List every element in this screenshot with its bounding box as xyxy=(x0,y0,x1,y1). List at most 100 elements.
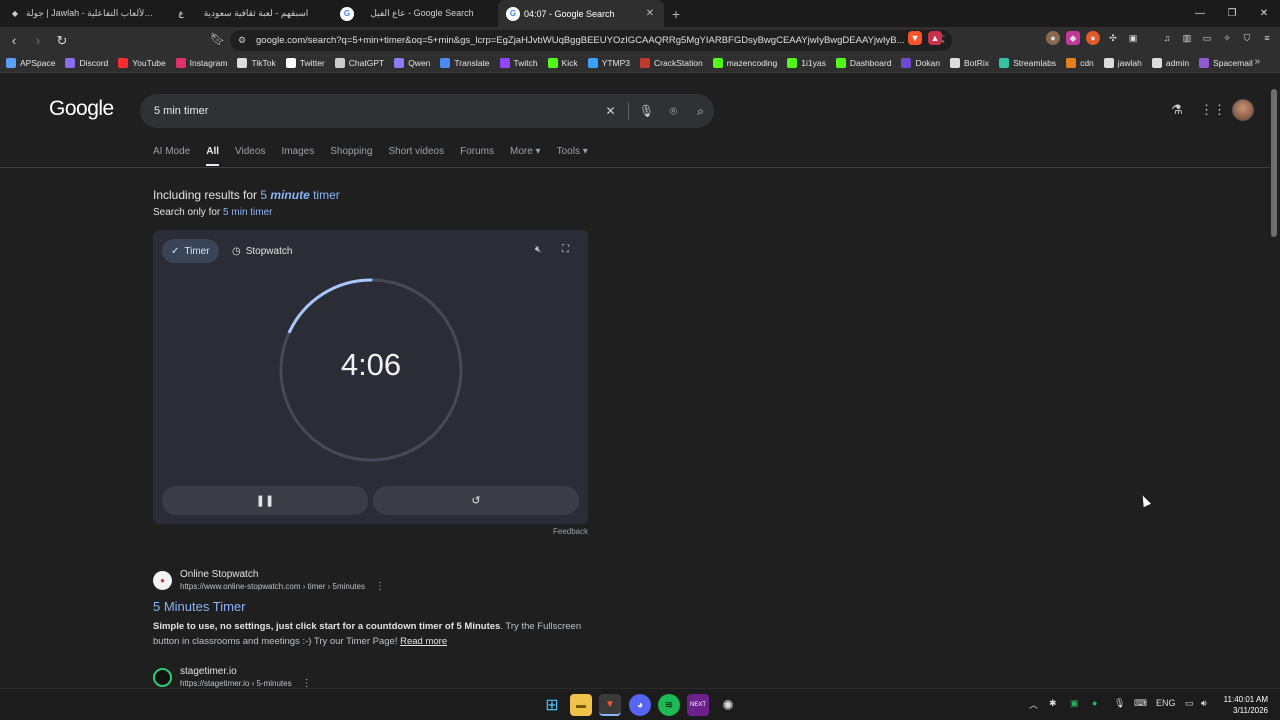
bookmark-apspace[interactable]: APSpace xyxy=(6,58,55,68)
tray-overflow-icon[interactable]: ︿ xyxy=(1029,698,1038,711)
read-more-link[interactable]: Read more xyxy=(400,636,447,647)
original-query-link[interactable]: 5 min timer xyxy=(223,207,272,218)
bookmark-1i1yas[interactable]: 1i1yas xyxy=(787,58,826,68)
brave-shield-icon[interactable]: ▼ xyxy=(908,31,922,45)
bookmark-dokan[interactable]: Dokan xyxy=(901,58,940,68)
leo-ai-icon[interactable]: ✧ xyxy=(1220,31,1234,45)
scrollbar-thumb[interactable] xyxy=(1271,89,1277,237)
clear-icon[interactable]: ✕ xyxy=(597,104,624,118)
sidebar-toggle-icon[interactable]: ▥ xyxy=(1180,31,1194,45)
extension-orange-icon[interactable]: ● xyxy=(1086,31,1100,45)
address-bar[interactable]: ⚙︎ google.com/search?q=5+min+timer&oq=5+… xyxy=(230,30,952,51)
windows-start-icon[interactable]: ⊞ xyxy=(541,694,563,716)
corrected-query-link[interactable]: 5 minute timer xyxy=(260,188,339,202)
lens-icon[interactable]: ⌾ xyxy=(660,104,687,119)
reload-icon[interactable]: ↻ xyxy=(52,33,72,49)
bookmark-dashboard[interactable]: Dashboard xyxy=(835,58,891,68)
result-title-link[interactable]: 5 Minutes Timer xyxy=(153,599,593,614)
tab-videos[interactable]: Videos xyxy=(235,146,265,166)
timer-display[interactable]: 4:06 xyxy=(278,347,464,383)
tab-tools[interactable]: Tools ▾ xyxy=(557,146,588,166)
bookmark-twitch[interactable]: Twitch xyxy=(499,58,538,68)
restore-icon[interactable]: ❐ xyxy=(1216,0,1248,27)
spotify-icon[interactable]: ≋ xyxy=(658,694,680,716)
bookmark-instagram[interactable]: Instagram xyxy=(175,58,227,68)
tab-more[interactable]: More ▾ xyxy=(510,146,541,166)
tab-ai-mode[interactable]: AI Mode xyxy=(153,146,190,166)
tab-short-videos[interactable]: Short videos xyxy=(389,146,445,166)
search-input[interactable]: 5 min timer xyxy=(154,105,597,117)
tray-spotify-icon[interactable]: ● xyxy=(1092,698,1097,708)
pause-button[interactable]: ❚❚ xyxy=(162,486,368,515)
bookmark-crackstation[interactable]: CrackStation xyxy=(640,58,703,68)
stopwatch-mode-button[interactable]: ◷ Stopwatch xyxy=(223,239,301,263)
close-window-icon[interactable]: ✕ xyxy=(1248,0,1280,27)
system-clock[interactable]: 11:40:01 AM 3/11/2026 xyxy=(1224,694,1268,716)
new-tab-button[interactable]: + xyxy=(664,6,688,22)
extensions-puzzle-icon[interactable]: ✣ xyxy=(1106,31,1120,45)
bookmark-spacemail[interactable]: Spacemail xyxy=(1199,58,1253,68)
extension-window-icon[interactable]: ▣ xyxy=(1126,31,1140,45)
keyboard-icon[interactable]: ⌨ xyxy=(1134,698,1147,709)
microphone-tray-icon[interactable]: 🎙︎ xyxy=(1114,698,1125,709)
bookmark-translate[interactable]: Translate xyxy=(440,58,490,68)
microphone-icon[interactable]: 🎙︎ xyxy=(633,104,660,118)
brave-rewards-icon[interactable]: ▲ xyxy=(928,31,942,45)
bookmark-jawlah[interactable]: jawlah xyxy=(1103,58,1142,68)
bookmark-discord[interactable]: Discord xyxy=(65,58,108,68)
bookmark-page-icon[interactable]: 🔖︎ xyxy=(210,32,225,46)
reset-button[interactable]: ↺ xyxy=(373,486,579,515)
more-options-icon[interactable]: ⋮ xyxy=(375,581,385,592)
bookmarks-more-icon[interactable]: » xyxy=(1254,56,1260,67)
tab-asbeqhom[interactable]: ع اسبقهم - لعبة ثقافية سعودية xyxy=(166,0,332,27)
feedback-link[interactable]: Feedback xyxy=(553,527,588,536)
google-logo[interactable]: Google xyxy=(49,97,114,121)
close-tab-icon[interactable]: ✕ xyxy=(644,8,656,19)
bookmark-botrix[interactable]: BotRix xyxy=(950,58,989,68)
forward-icon[interactable]: › xyxy=(28,33,48,48)
tab-google-search-active[interactable]: G 04:07 - Google Search ✕ xyxy=(498,0,664,27)
tab-google-search-1[interactable]: G عاع الفيل - Google Search xyxy=(332,0,498,27)
tray-badge-icon[interactable]: ▣ xyxy=(1070,698,1079,709)
tab-jawlah[interactable]: ◆ جولة | Jawlah - منصة الألعاب التفاعلية xyxy=(0,0,166,27)
bookmark-admin[interactable]: admin xyxy=(1151,58,1189,68)
bookmark-chatgpt[interactable]: ChatGPT xyxy=(334,58,384,68)
chatgpt-icon[interactable]: ✺ xyxy=(717,694,739,716)
tab-shopping[interactable]: Shopping xyxy=(330,146,372,166)
back-icon[interactable]: ‹ xyxy=(4,33,24,48)
site-settings-icon[interactable]: ⚙︎ xyxy=(238,35,256,46)
more-options-icon[interactable]: ⋮ xyxy=(302,678,312,688)
bookmark-kick[interactable]: Kick xyxy=(547,58,578,68)
url-text[interactable]: google.com/search?q=5+min+timer&oq=5+min… xyxy=(256,35,930,46)
minimize-icon[interactable]: — xyxy=(1184,0,1216,27)
bookmark-qwen[interactable]: Qwen xyxy=(394,58,430,68)
bookmark-youtube[interactable]: YouTube xyxy=(118,58,166,68)
discord-icon[interactable]: ◕ xyxy=(629,694,651,716)
result-site-info[interactable]: ● Online Stopwatch https://www.online-st… xyxy=(153,569,593,592)
language-indicator[interactable]: ENG xyxy=(1156,698,1176,708)
wallet-icon[interactable]: ▭ xyxy=(1200,31,1214,45)
labs-flask-icon[interactable]: ⚗ xyxy=(1168,102,1186,118)
bookmark-cdn[interactable]: cdn xyxy=(1066,58,1094,68)
network-icon[interactable]: ▭ xyxy=(1185,698,1194,709)
tab-all[interactable]: All xyxy=(206,146,219,166)
extension-cookie-icon[interactable]: ● xyxy=(1046,31,1060,45)
bookmark-ytmp3[interactable]: YTMP3 xyxy=(587,58,630,68)
bookmark-twitter[interactable]: Twitter xyxy=(285,58,325,68)
search-box[interactable]: 5 min timer ✕ 🎙︎ ⌾ ⌕ xyxy=(140,94,714,128)
media-icon[interactable]: ♫ xyxy=(1160,31,1174,45)
file-explorer-icon[interactable]: ▬ xyxy=(570,694,592,716)
avatar[interactable] xyxy=(1232,99,1254,121)
bookmark-streamlabs[interactable]: Streamlabs xyxy=(999,58,1056,68)
next-app-icon[interactable]: NEXT xyxy=(687,694,709,716)
volume-icon[interactable]: 🔊︎ xyxy=(1201,698,1207,709)
vpn-icon[interactable]: ⛉ xyxy=(1240,31,1254,45)
slack-icon[interactable]: ✱ xyxy=(1049,698,1057,709)
tab-forums[interactable]: Forums xyxy=(460,146,494,166)
timer-mode-button[interactable]: ✓ Timer xyxy=(162,239,219,263)
result-site-info[interactable]: stagetimer.io https://stagetimer.io › 5-… xyxy=(153,666,593,688)
search-icon[interactable]: ⌕ xyxy=(687,104,714,119)
apps-grid-icon[interactable]: ⋮⋮ xyxy=(1200,102,1226,118)
mute-icon[interactable]: 🔇︎ xyxy=(535,244,541,255)
menu-icon[interactable]: ≡ xyxy=(1260,31,1274,45)
